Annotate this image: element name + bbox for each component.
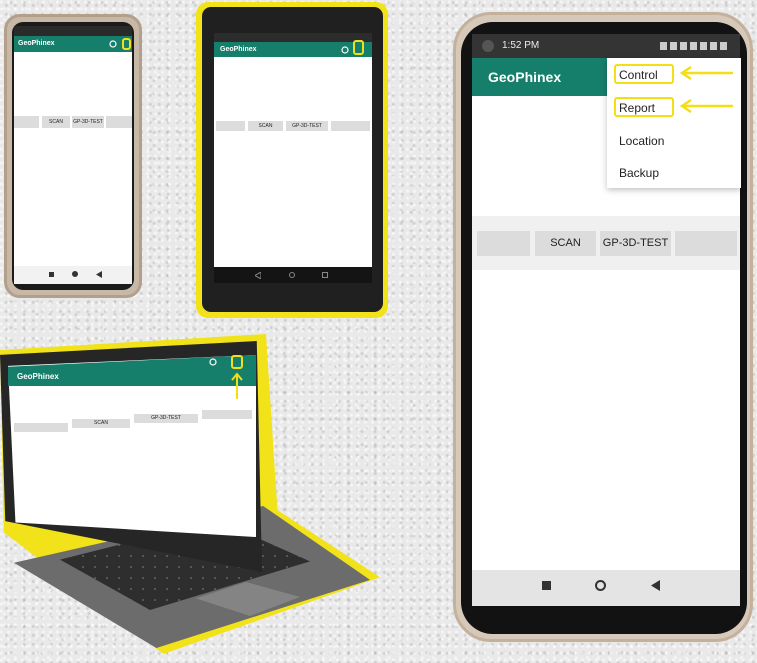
phone-small-status-bar [14,26,132,36]
scan-button[interactable]: SCAN [42,116,70,128]
phone-small-app-title: GeoPhinex [18,40,55,47]
status-time: 1:52 PM [502,40,540,51]
menu-item-location[interactable]: Location [619,134,664,148]
arrow-up-icon [231,372,243,399]
arrow-left-icon [680,99,733,113]
overflow-menu-highlight[interactable] [122,38,131,50]
placeholder-button-left[interactable] [216,121,245,131]
tablet-content [214,57,372,267]
placeholder-button-right[interactable] [331,121,370,131]
scan-button[interactable]: SCAN [72,419,130,428]
report-highlight [614,97,674,117]
phone-large-nav-bar [472,570,740,606]
menu-item-backup[interactable]: Backup [619,166,659,180]
scan-button[interactable]: SCAN [535,231,596,256]
scan-button[interactable]: SCAN [248,121,283,131]
laptop-app-title: GeoPhinex [17,372,59,381]
tablet-status-bar [214,33,372,42]
placeholder-button-right[interactable] [106,116,132,128]
phone-small-content [14,52,132,266]
refresh-icon[interactable] [340,45,350,55]
overflow-menu-highlight[interactable] [231,355,243,369]
tablet-app-title: GeoPhinex [220,46,257,53]
placeholder-button-left[interactable] [14,116,39,128]
front-camera [482,40,494,52]
triangle-back-icon[interactable] [651,580,660,591]
gp-3d-test-button[interactable]: GP-3D-TEST [286,121,328,131]
triangle-back-icon[interactable] [96,271,102,278]
overflow-menu-highlight[interactable] [353,40,364,55]
refresh-icon[interactable] [108,39,118,49]
gp-3d-test-button[interactable]: GP-3D-TEST [600,231,671,256]
placeholder-button-left[interactable] [14,423,68,432]
gp-3d-test-button[interactable]: GP-3D-TEST [72,116,104,128]
circle-nav-icon[interactable] [72,271,78,277]
circle-nav-icon[interactable] [595,580,606,591]
placeholder-button-left[interactable] [477,231,530,256]
circle-nav-icon[interactable] [289,272,295,278]
placeholder-button-right[interactable] [675,231,737,256]
square-nav-icon[interactable] [49,272,54,277]
phone-large-app-title: GeoPhinex [488,69,562,85]
arrow-left-icon [680,66,733,80]
square-nav-icon[interactable] [542,581,551,590]
square-nav-icon[interactable] [322,272,328,278]
status-icons [660,42,730,50]
refresh-icon[interactable] [208,357,218,367]
placeholder-button-right[interactable] [202,410,252,419]
gp-3d-test-button[interactable]: GP-3D-TEST [134,414,198,423]
control-highlight [614,64,674,84]
triangle-back-icon[interactable] [255,272,261,279]
